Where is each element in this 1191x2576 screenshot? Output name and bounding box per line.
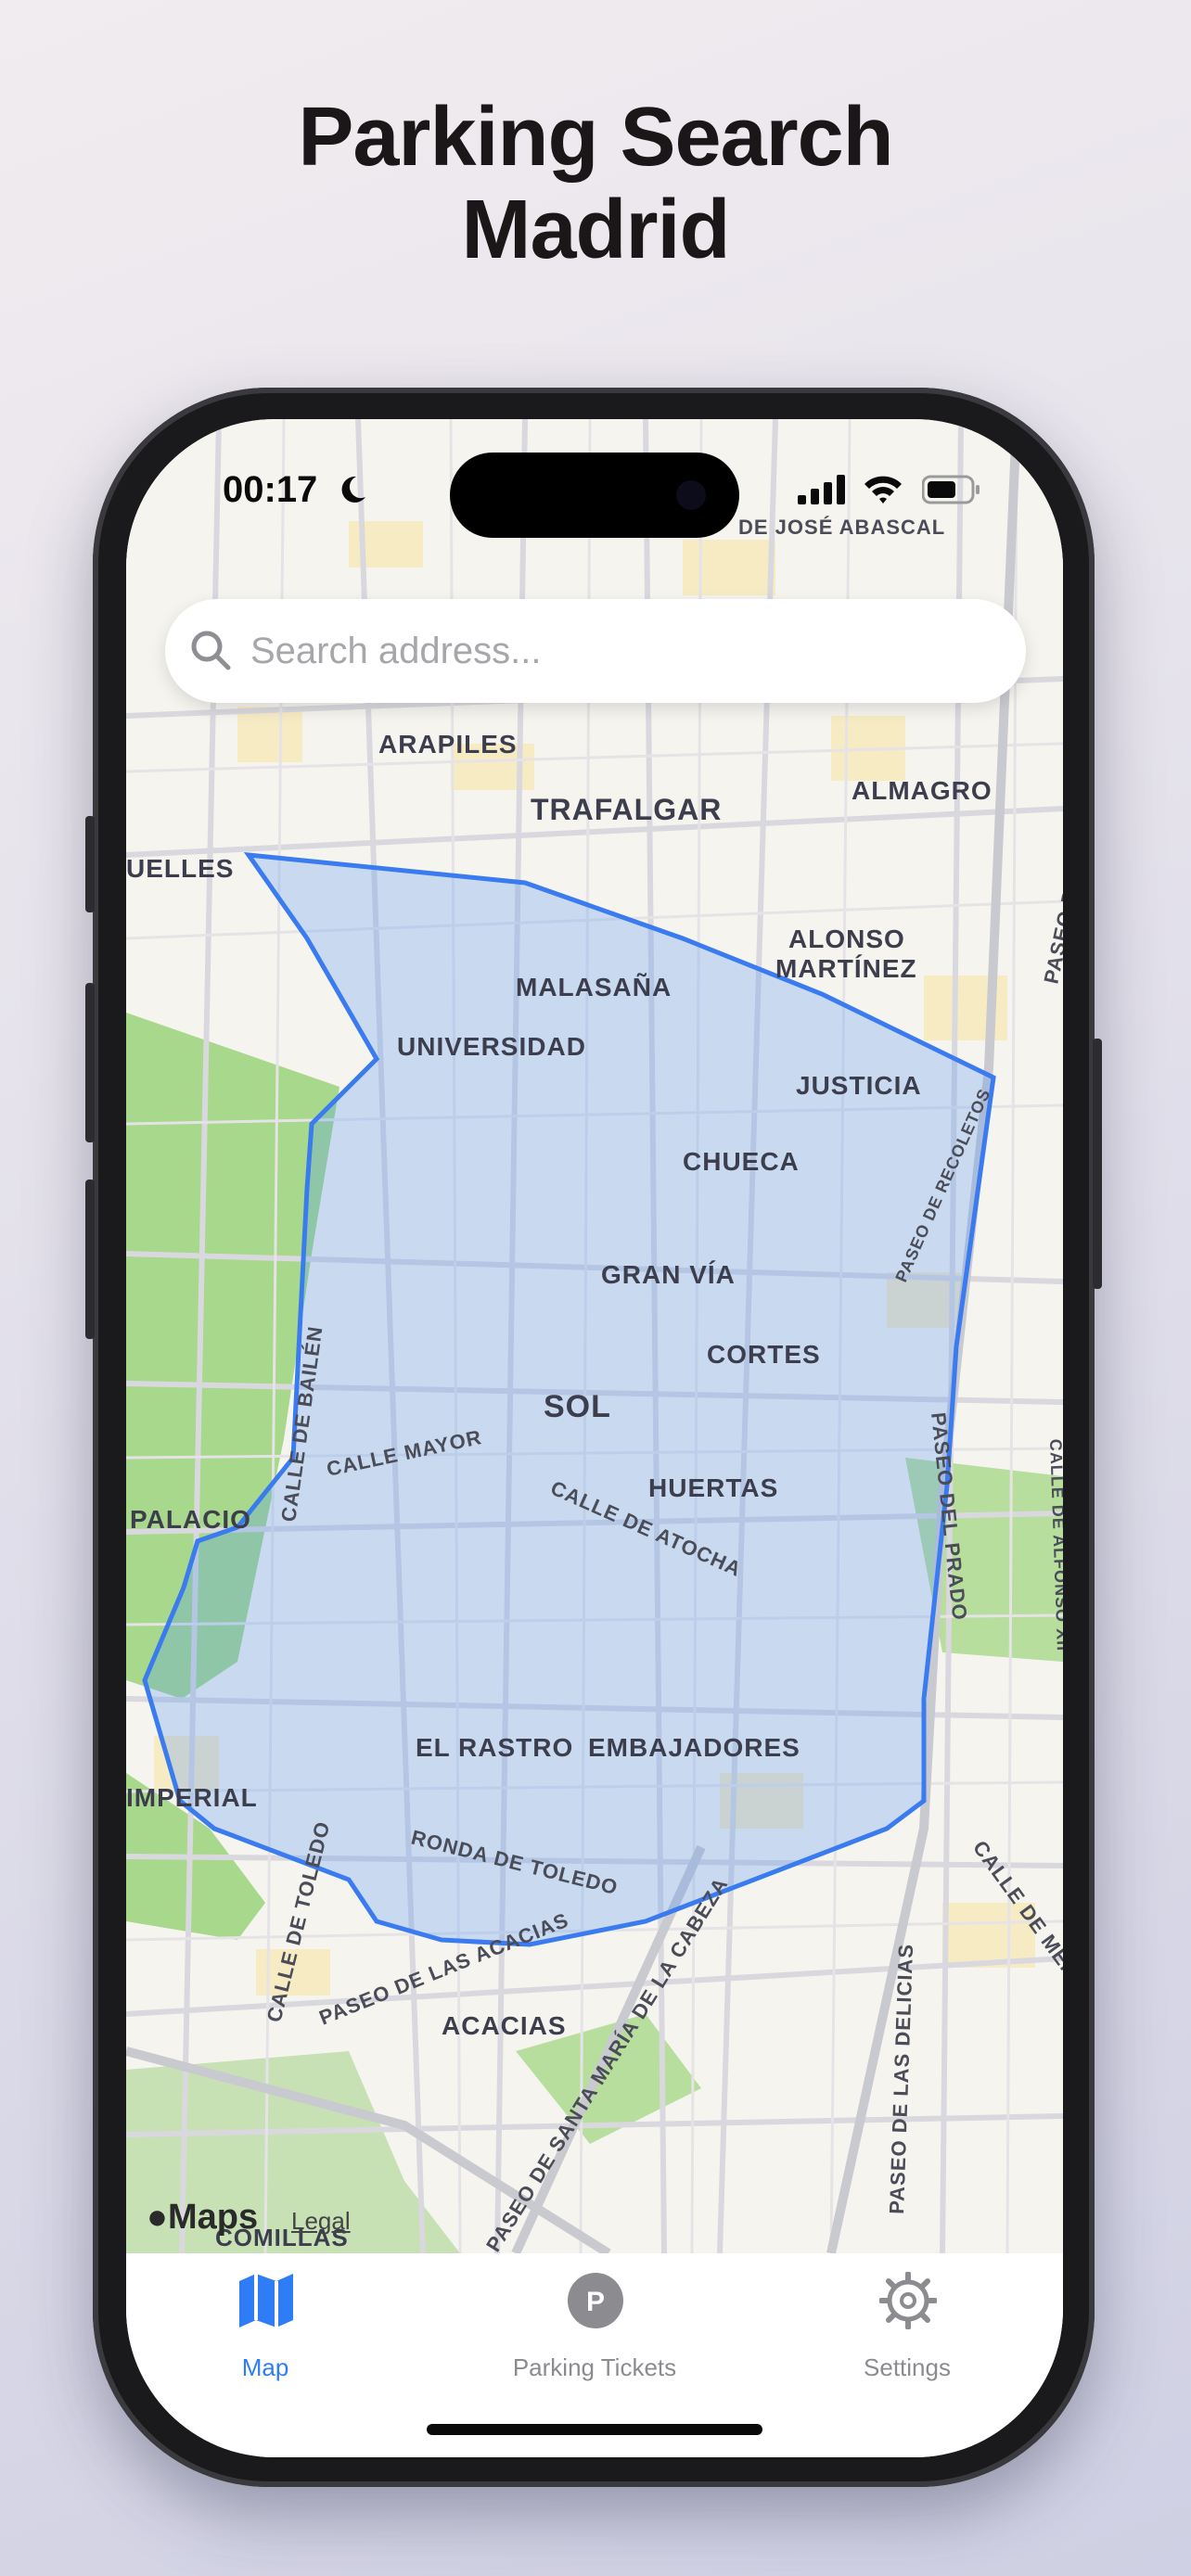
camera-icon xyxy=(676,480,706,510)
tab-parking-tickets-label: Parking Tickets xyxy=(512,2353,677,2381)
apple-logo-icon: ● xyxy=(147,2198,168,2237)
label-embajadores: EMBAJADORES xyxy=(588,1733,800,1762)
label-imperial: IMPERIAL xyxy=(126,1783,258,1812)
search-input[interactable]: Search address... xyxy=(250,631,542,672)
label-el-rastro: EL RASTRO xyxy=(416,1733,573,1762)
battery-icon xyxy=(922,475,980,504)
moon-icon xyxy=(341,476,365,503)
label-martinez: MARTÍNEZ xyxy=(775,954,917,983)
wifi-icon xyxy=(864,476,902,504)
label-gran-via: GRAN VÍA xyxy=(601,1260,736,1289)
maps-attribution-logo: ●Maps xyxy=(147,2198,259,2237)
label-chueca: CHUECA xyxy=(683,1147,800,1176)
volume-down-button xyxy=(85,1180,95,1339)
tab-settings-label: Settings xyxy=(864,2353,951,2381)
phone-screen: ARAPILES TRAFALGAR ALMAGRO MALASAÑA UNIV… xyxy=(126,419,1063,2457)
label-justicia: JUSTICIA xyxy=(796,1071,922,1100)
tab-map[interactable]: Map xyxy=(126,2253,404,2383)
label-malasana: MALASAÑA xyxy=(516,973,672,1001)
label-huertas: HUERTAS xyxy=(648,1473,778,1502)
signal-icon xyxy=(798,475,845,504)
label-sol: SOL xyxy=(544,1389,611,1424)
map-icon xyxy=(239,2274,293,2327)
volume-up-button xyxy=(85,983,95,1142)
tab-bar: Map P Parking Tickets Settings xyxy=(126,2253,1063,2457)
tab-parking-tickets[interactable]: P Parking Tickets xyxy=(455,2253,734,2383)
label-palacio: PALACIO xyxy=(130,1505,251,1534)
gear-icon xyxy=(879,2272,937,2329)
label-trafalgar: TRAFALGAR xyxy=(531,793,722,826)
label-arapiles: ARAPILES xyxy=(378,730,518,759)
search-icon xyxy=(191,631,231,670)
action-button xyxy=(85,816,95,912)
label-uelles: UELLES xyxy=(126,854,234,883)
page-headline: Parking Search Madrid xyxy=(0,91,1191,276)
label-acacias: ACACIAS xyxy=(442,2011,567,2040)
tab-map-label: Map xyxy=(241,2353,289,2381)
tab-settings[interactable]: Settings xyxy=(768,2253,1046,2383)
label-almagro: ALMAGRO xyxy=(852,776,992,805)
parking-icon: P xyxy=(568,2273,623,2328)
status-time: 00:17 xyxy=(223,469,318,510)
headline-line-1: Parking Search xyxy=(298,91,893,184)
dynamic-island xyxy=(450,453,739,538)
maps-legal-link[interactable]: Legal xyxy=(291,2207,351,2236)
search-bar[interactable]: Search address... xyxy=(165,599,1026,703)
label-cortes: CORTES xyxy=(707,1340,821,1369)
status-bar: 00:17 xyxy=(126,419,1063,538)
power-button xyxy=(1093,1039,1102,1289)
home-indicator[interactable] xyxy=(427,2424,762,2435)
svg-text:P: P xyxy=(586,2287,605,2317)
label-universidad: UNIVERSIDAD xyxy=(397,1032,586,1061)
label-alonso: ALONSO xyxy=(788,925,905,953)
headline-line-2: Madrid xyxy=(461,184,730,276)
